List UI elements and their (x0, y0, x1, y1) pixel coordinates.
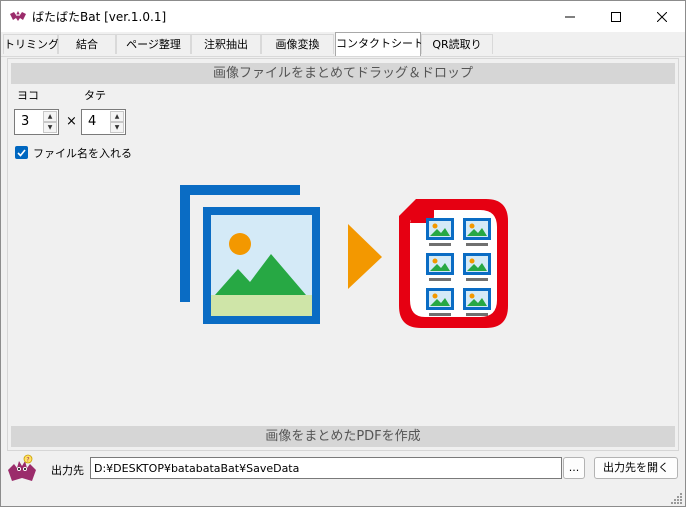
tate-label: タテ (84, 89, 106, 102)
yoko-up-button[interactable]: ▲ (43, 111, 57, 122)
filename-checkbox-label[interactable]: ファイル名を入れる (33, 145, 132, 161)
filename-checkbox[interactable] (15, 146, 28, 159)
close-button[interactable] (639, 1, 685, 32)
browse-button[interactable]: ... (563, 457, 585, 479)
bat-mascot-icon: ? (6, 454, 38, 486)
maximize-icon (611, 11, 621, 22)
bat-icon (10, 9, 26, 23)
tate-value: 4 (88, 114, 97, 129)
close-icon (657, 11, 667, 22)
minimize-icon (565, 12, 575, 22)
minimize-button[interactable] (547, 1, 593, 32)
tab-contact-sheet[interactable]: コンタクトシート (335, 32, 424, 56)
tab-page-organize[interactable]: ページ整理 (116, 34, 191, 54)
image-stack-icon (180, 185, 320, 324)
title-bar[interactable]: ばたばたBat [ver.1.0.1] (1, 1, 685, 32)
tate-down-button[interactable]: ▼ (110, 122, 124, 133)
svg-text:?: ? (26, 457, 29, 464)
app-window: ばたばたBat [ver.1.0.1] トリミング 結合 ページ整理 注釈抽出 … (0, 0, 686, 507)
chevron-down-icon: ▼ (47, 124, 53, 131)
window-title: ばたばたBat [ver.1.0.1] (32, 10, 167, 24)
yoko-down-button[interactable]: ▼ (43, 122, 57, 133)
tate-up-button[interactable]: ▲ (110, 111, 124, 122)
yoko-stepper[interactable]: 3 ▲ ▼ (14, 109, 59, 135)
output-path-field[interactable]: D:¥DESKTOP¥batabataBat¥SaveData (90, 457, 562, 479)
contact-sheet-pdf-icon (399, 199, 508, 328)
tab-trimming[interactable]: トリミング (3, 34, 59, 54)
chevron-up-icon: ▲ (114, 113, 120, 120)
tab-image-convert[interactable]: 画像変換 (261, 34, 334, 54)
tab-strip: トリミング 結合 ページ整理 注釈抽出 画像変換 コンタクトシート QR読取り (1, 32, 685, 57)
chevron-down-icon: ▼ (114, 124, 120, 131)
yoko-label: ヨコ (17, 89, 39, 102)
output-path-value: D:¥DESKTOP¥batabataBat¥SaveData (94, 462, 300, 475)
output-label: 出力先 (51, 464, 84, 477)
tab-annotation-extract[interactable]: 注釈抽出 (191, 34, 261, 54)
resize-grip-icon[interactable] (671, 492, 683, 504)
drop-zone-banner[interactable]: 画像ファイルをまとめてドラッグ＆ドロップ (11, 63, 675, 84)
tab-merge[interactable]: 結合 (58, 34, 116, 54)
times-sign: × (66, 114, 77, 129)
chevron-up-icon: ▲ (47, 113, 53, 120)
tab-qr-read[interactable]: QR読取り (421, 34, 493, 54)
contact-sheet-panel[interactable]: 画像ファイルをまとめてドラッグ＆ドロップ ヨコ タテ 3 ▲ ▼ × 4 ▲ ▼… (7, 58, 679, 451)
tate-stepper[interactable]: 4 ▲ ▼ (81, 109, 126, 135)
open-output-folder-button[interactable]: 出力先を開く (594, 457, 678, 479)
footer: ? 出力先 D:¥DESKTOP¥batabataBat¥SaveData ..… (1, 452, 685, 506)
drop-illustration (178, 183, 508, 331)
arrow-right-icon (348, 224, 382, 289)
checkmark-icon (17, 146, 26, 160)
create-pdf-button[interactable]: 画像をまとめたPDFを作成 (11, 426, 675, 447)
yoko-value: 3 (21, 114, 30, 129)
maximize-button[interactable] (593, 1, 639, 32)
